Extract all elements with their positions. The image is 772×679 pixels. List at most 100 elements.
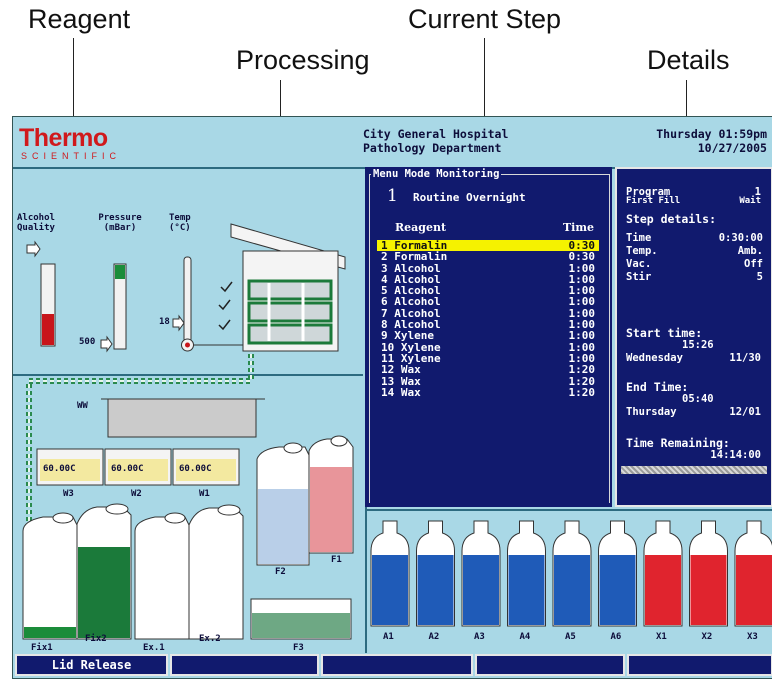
- step-name: 9 Xylene: [381, 329, 434, 343]
- container-fix1: [22, 512, 78, 640]
- reagent-bottle[interactable]: [643, 520, 683, 627]
- screen-header: Thermo SCIENTIFIC City General Hospital …: [13, 117, 772, 169]
- reagent-bottle[interactable]: [734, 520, 772, 627]
- program-number: 1: [387, 186, 398, 206]
- detail-key: Temp.: [626, 245, 658, 257]
- step-list: 1 Formalin 0:30 2 Formalin 0:30 3 Alcohol 1:0…: [377, 240, 599, 398]
- start-day: Wednesday: [626, 352, 683, 364]
- detail-value: Off: [744, 258, 763, 270]
- reagent-bottle[interactable]: [598, 520, 637, 627]
- datetime: Thursday 01:59pm 10/27/2005: [656, 127, 767, 155]
- monitoring-panel: Menu Mode Monitoring 1 Routine Overnight…: [365, 167, 612, 507]
- detail-row: Stir 5: [626, 271, 763, 284]
- col-time-header: Time: [562, 221, 594, 234]
- container-ex2: [188, 504, 244, 640]
- detail-row: Temp. Amb.: [626, 245, 763, 258]
- softkey-3[interactable]: [321, 654, 473, 676]
- reagent-bottle[interactable]: [370, 520, 410, 627]
- bottle-label: X3: [747, 632, 758, 642]
- detail-row: Vac. Off: [626, 258, 763, 271]
- step-time: 1:00: [568, 329, 596, 343]
- container-f2: [256, 442, 310, 566]
- detail-row: Time 0:30:00: [626, 232, 763, 245]
- container-ex1: [134, 512, 190, 640]
- softkey-4[interactable]: [475, 654, 625, 676]
- container-fix1-label: Fix1: [31, 643, 53, 653]
- container-f1: [308, 435, 354, 554]
- detail-rows: Time 0:30:00 Temp. Amb. Vac. Off Stir 5: [626, 232, 763, 284]
- bottle-fill: [508, 555, 545, 625]
- detail-value: 5: [756, 271, 763, 283]
- reagent-bottle[interactable]: [689, 520, 728, 627]
- step-row[interactable]: 2 Formalin 0:30: [377, 250, 599, 264]
- reagent-bottle[interactable]: [507, 520, 546, 627]
- detail-key: Stir: [626, 271, 652, 283]
- bottle-fill: [372, 555, 408, 625]
- reagent-bottle[interactable]: [461, 520, 501, 627]
- reagent-line: [26, 351, 254, 535]
- step-time: 1:20: [568, 385, 596, 399]
- reagent-bottle[interactable]: [552, 520, 592, 627]
- bottle-fill: [645, 555, 681, 625]
- container-f3: [250, 598, 352, 640]
- bottle-fill: [417, 555, 454, 625]
- step-time: 0:30: [568, 250, 596, 264]
- thermometer: [172, 256, 245, 352]
- end-time-value: 05:40: [682, 393, 714, 405]
- details-panel: Program 1 First Fill Wait Step details: …: [615, 167, 772, 507]
- container-ex1-label: Ex.1: [143, 643, 165, 653]
- step-row[interactable]: 9 Xylene 1:00: [377, 329, 599, 343]
- schematic-panel: Alcohol Quality Pressure (mBar) Temp (°C…: [13, 169, 367, 653]
- cassette-baskets: [247, 279, 333, 345]
- station-w2-label: W2: [131, 489, 142, 499]
- bottle-label: A2: [428, 632, 440, 642]
- bottle-label: A1: [383, 632, 394, 642]
- bottle-label: X2: [701, 632, 713, 642]
- program-name: Routine Overnight: [413, 191, 526, 204]
- alcohol-pointer-icon: [26, 240, 41, 258]
- container-f3-label: F3: [293, 643, 304, 653]
- softkey-5[interactable]: [627, 654, 772, 676]
- container-f1-label: F1: [331, 555, 342, 565]
- bottle-fill: [599, 555, 636, 625]
- progress-bar: [621, 466, 767, 474]
- schematic-drawing: [13, 223, 363, 640]
- step-details-heading: Step details:: [626, 212, 717, 226]
- bottle-label: A3: [474, 632, 485, 642]
- step-name: 2 Formalin: [381, 250, 448, 264]
- processor-screen: Thermo SCIENTIFIC City General Hospital …: [12, 116, 772, 679]
- day-time: Thursday 01:59pm: [656, 127, 767, 141]
- container-f2-label: F2: [275, 567, 286, 577]
- end-date: 12/01: [729, 406, 761, 418]
- step-name: 14 Wax: [381, 385, 421, 399]
- hospital-info: City General Hospital Pathology Departme…: [363, 127, 508, 155]
- station-w3-temp: 60.00C: [43, 464, 76, 474]
- start-time-value: 15:26: [682, 339, 714, 351]
- brand-logo: Thermo: [19, 124, 108, 152]
- wax-bath-ww: [107, 398, 257, 438]
- container-fix2: [76, 503, 132, 640]
- step-row[interactable]: 12 Wax 1:20: [377, 364, 599, 376]
- temp-pointer-icon: [172, 314, 185, 332]
- end-time-label: End Time:: [626, 380, 689, 394]
- detail-key: Vac.: [626, 258, 652, 270]
- station-w1-label: W1: [199, 489, 210, 499]
- detail-value: 0:30:00: [718, 232, 763, 244]
- pressure-value: 500: [79, 337, 96, 347]
- callout-details: Details: [647, 45, 730, 75]
- reagent-bottle[interactable]: [416, 520, 455, 627]
- end-day: Thursday: [626, 406, 677, 418]
- bottle-fill: [736, 555, 772, 625]
- wait-status: Wait: [739, 196, 761, 206]
- station-w2-temp: 60.00C: [111, 464, 144, 474]
- department-name: Pathology Department: [363, 141, 502, 155]
- step-row[interactable]: 14 Wax 1:20: [377, 385, 599, 399]
- lid-release-button[interactable]: Lid Release: [15, 654, 168, 676]
- pressure-gauge: [100, 263, 127, 353]
- container-fix2-label: Fix2: [85, 634, 107, 644]
- bottle-fill: [463, 555, 499, 625]
- bottle-fill: [554, 555, 590, 625]
- softkey-2[interactable]: [170, 654, 319, 676]
- container-ex2-label: Ex.2: [199, 634, 221, 644]
- temp-value: 18: [159, 317, 170, 327]
